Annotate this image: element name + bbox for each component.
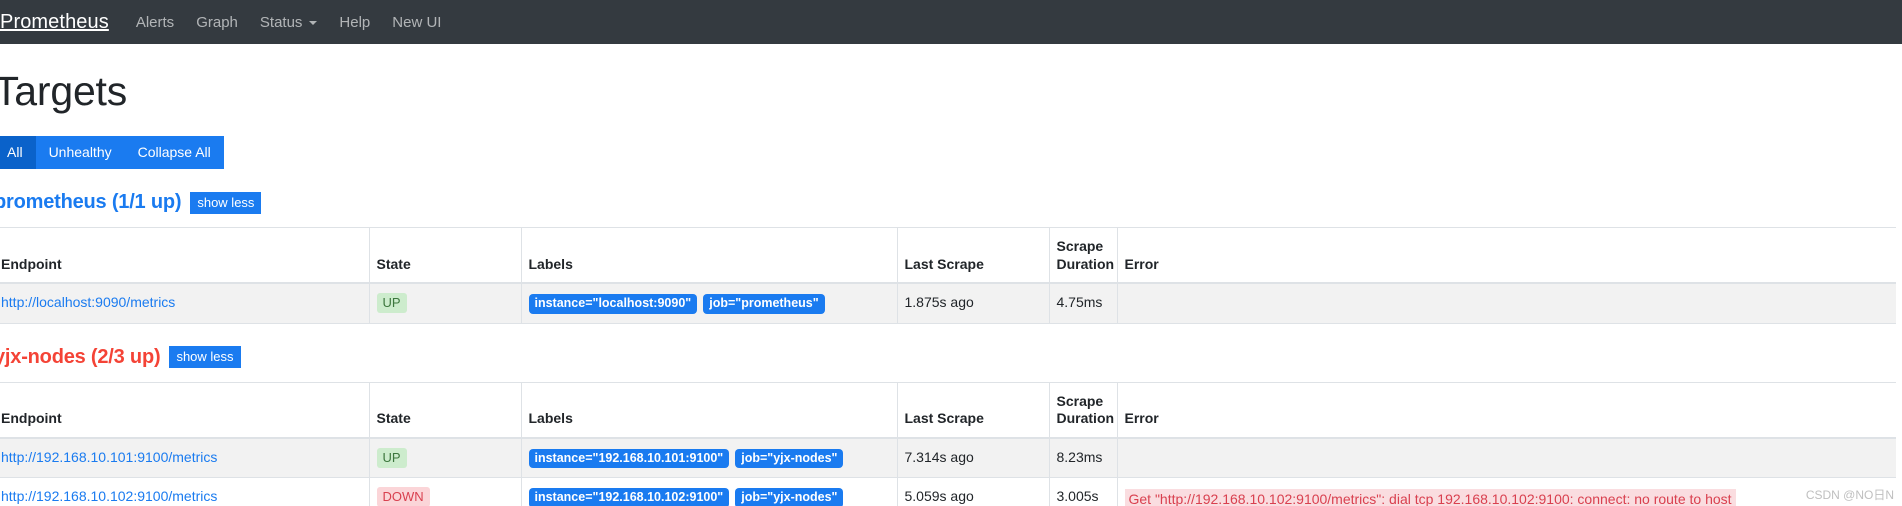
table-body-yjx-nodes: http://192.168.10.101:9100/metrics UP in… — [0, 437, 1896, 506]
job-title-prometheus: prometheus (1/1 up) — [0, 191, 182, 214]
th-scrape-duration: Scrape Duration — [1048, 227, 1117, 285]
cell-state: UP — [368, 283, 521, 324]
cell-state: UP — [368, 437, 521, 479]
th-last-scrape: Last Scrape — [896, 381, 1049, 439]
status-badge: UP — [376, 447, 407, 468]
endpoint-link[interactable]: http://localhost:9090/metrics — [1, 294, 175, 310]
table-header-row: Endpoint State Labels Last Scrape Scrape… — [0, 381, 1896, 439]
th-endpoint: Endpoint — [0, 227, 369, 285]
cell-endpoint: http://192.168.10.101:9100/metrics — [0, 437, 369, 479]
page-body: Targets All Unhealthy Collapse All prome… — [0, 68, 1902, 506]
table-header-yjx-nodes: Endpoint State Labels Last Scrape Scrape… — [0, 381, 1896, 439]
th-labels: Labels — [520, 381, 897, 439]
cell-endpoint: http://192.168.10.102:9100/metrics — [0, 477, 369, 506]
page-title: Targets — [0, 68, 128, 114]
nav-link-graph-label: Graph — [196, 13, 238, 31]
table-row: http://localhost:9090/metrics UP instanc… — [0, 283, 1896, 324]
th-error: Error — [1116, 381, 1896, 439]
filter-button-group: All Unhealthy Collapse All — [0, 136, 224, 170]
table-row: http://192.168.10.101:9100/metrics UP in… — [0, 437, 1896, 479]
targets-table-prometheus: Endpoint State Labels Last Scrape Scrape… — [0, 227, 1896, 324]
cell-labels: instance="192.168.10.101:9100" job="yjx-n… — [520, 437, 897, 479]
cell-last-scrape: 5.059s ago — [896, 477, 1049, 506]
cell-last-scrape: 1.875s ago — [896, 283, 1049, 324]
label-badge-job: job="yjx-nodes" — [735, 448, 844, 469]
th-error: Error — [1116, 227, 1896, 285]
table-header-row: Endpoint State Labels Last Scrape Scrape… — [0, 227, 1896, 285]
cell-error — [1116, 437, 1896, 479]
job-toggle-yjx-nodes[interactable]: show less — [169, 346, 241, 369]
nav-link-new-ui-label: New UI — [392, 13, 442, 31]
brand-link[interactable]: Prometheus — [0, 11, 125, 34]
th-state: State — [368, 381, 521, 439]
nav-link-help-label: Help — [339, 13, 371, 31]
cell-error — [1116, 283, 1896, 324]
cell-scrape-duration: 3.005s — [1048, 477, 1117, 506]
label-badge-instance: instance="localhost:9090" — [528, 294, 698, 314]
filter-button-all[interactable]: All — [0, 136, 36, 170]
cell-scrape-duration: 4.75ms — [1048, 283, 1117, 324]
cell-endpoint: http://localhost:9090/metrics — [0, 283, 369, 324]
th-last-scrape: Last Scrape — [896, 227, 1049, 285]
cell-last-scrape: 7.314s ago — [896, 437, 1049, 479]
cell-labels: instance="192.168.10.102:9100" job="yjx-n… — [520, 477, 897, 506]
table-body-prometheus: http://localhost:9090/metrics UP instanc… — [0, 283, 1896, 324]
nav-link-status[interactable]: Status — [249, 8, 329, 37]
th-labels: Labels — [520, 227, 897, 285]
targets-table-yjx-nodes: Endpoint State Labels Last Scrape Scrape… — [0, 381, 1896, 506]
th-scrape-duration-line1: Scrape — [1056, 238, 1104, 255]
label-badge-instance: instance="192.168.10.102:9100" — [528, 488, 730, 506]
status-badge: DOWN — [376, 487, 430, 506]
endpoint-link[interactable]: http://192.168.10.102:9100/metrics — [1, 488, 217, 504]
nav-link-status-label: Status — [259, 13, 303, 31]
nav-link-new-ui[interactable]: New UI — [381, 8, 452, 37]
filter-button-unhealthy[interactable]: Unhealthy — [35, 136, 125, 170]
nav-link-help[interactable]: Help — [328, 8, 381, 37]
th-scrape-duration: Scrape Duration — [1048, 381, 1117, 439]
app-window: Prometheus Alerts Graph Status Help New … — [0, 0, 1902, 506]
nav-link-alerts-label: Alerts — [135, 13, 175, 31]
cell-state: DOWN — [368, 477, 521, 506]
top-navbar: Prometheus Alerts Graph Status Help New … — [0, 0, 1902, 44]
status-badge: UP — [376, 293, 407, 314]
label-badge-job: job="prometheus" — [703, 294, 825, 314]
job-toggle-prometheus[interactable]: show less — [190, 191, 262, 214]
cell-error: Get "http://192.168.10.102:9100/metrics"… — [1116, 477, 1896, 506]
chevron-down-icon — [309, 21, 318, 25]
th-endpoint: Endpoint — [0, 381, 369, 439]
label-badge-job: job="yjx-nodes" — [735, 488, 844, 506]
error-message: Get "http://192.168.10.102:9100/metrics"… — [1124, 489, 1736, 506]
job-header-prometheus: prometheus (1/1 up) show less — [0, 191, 1902, 214]
table-header-prometheus: Endpoint State Labels Last Scrape Scrape… — [0, 227, 1896, 285]
table-row: http://192.168.10.102:9100/metrics DOWN … — [0, 477, 1896, 506]
cell-labels: instance="localhost:9090" job="prometheus… — [520, 283, 897, 324]
filter-button-collapse-all[interactable]: Collapse All — [124, 136, 224, 170]
cell-scrape-duration: 8.23ms — [1048, 437, 1117, 479]
job-title-yjx-nodes: yjx-nodes (2/3 up) — [0, 345, 161, 368]
nav-links: Alerts Graph Status Help New UI — [125, 8, 453, 37]
nav-link-graph[interactable]: Graph — [185, 8, 249, 37]
th-state: State — [368, 227, 521, 285]
endpoint-link[interactable]: http://192.168.10.101:9100/metrics — [1, 449, 217, 465]
th-scrape-duration-line2: Duration — [1056, 410, 1115, 427]
th-scrape-duration-line1: Scrape — [1056, 392, 1104, 409]
job-header-yjx-nodes: yjx-nodes (2/3 up) show less — [0, 346, 1902, 369]
th-scrape-duration-line2: Duration — [1056, 255, 1115, 272]
label-badge-instance: instance="192.168.10.101:9100" — [528, 448, 730, 469]
nav-link-alerts[interactable]: Alerts — [125, 8, 185, 37]
